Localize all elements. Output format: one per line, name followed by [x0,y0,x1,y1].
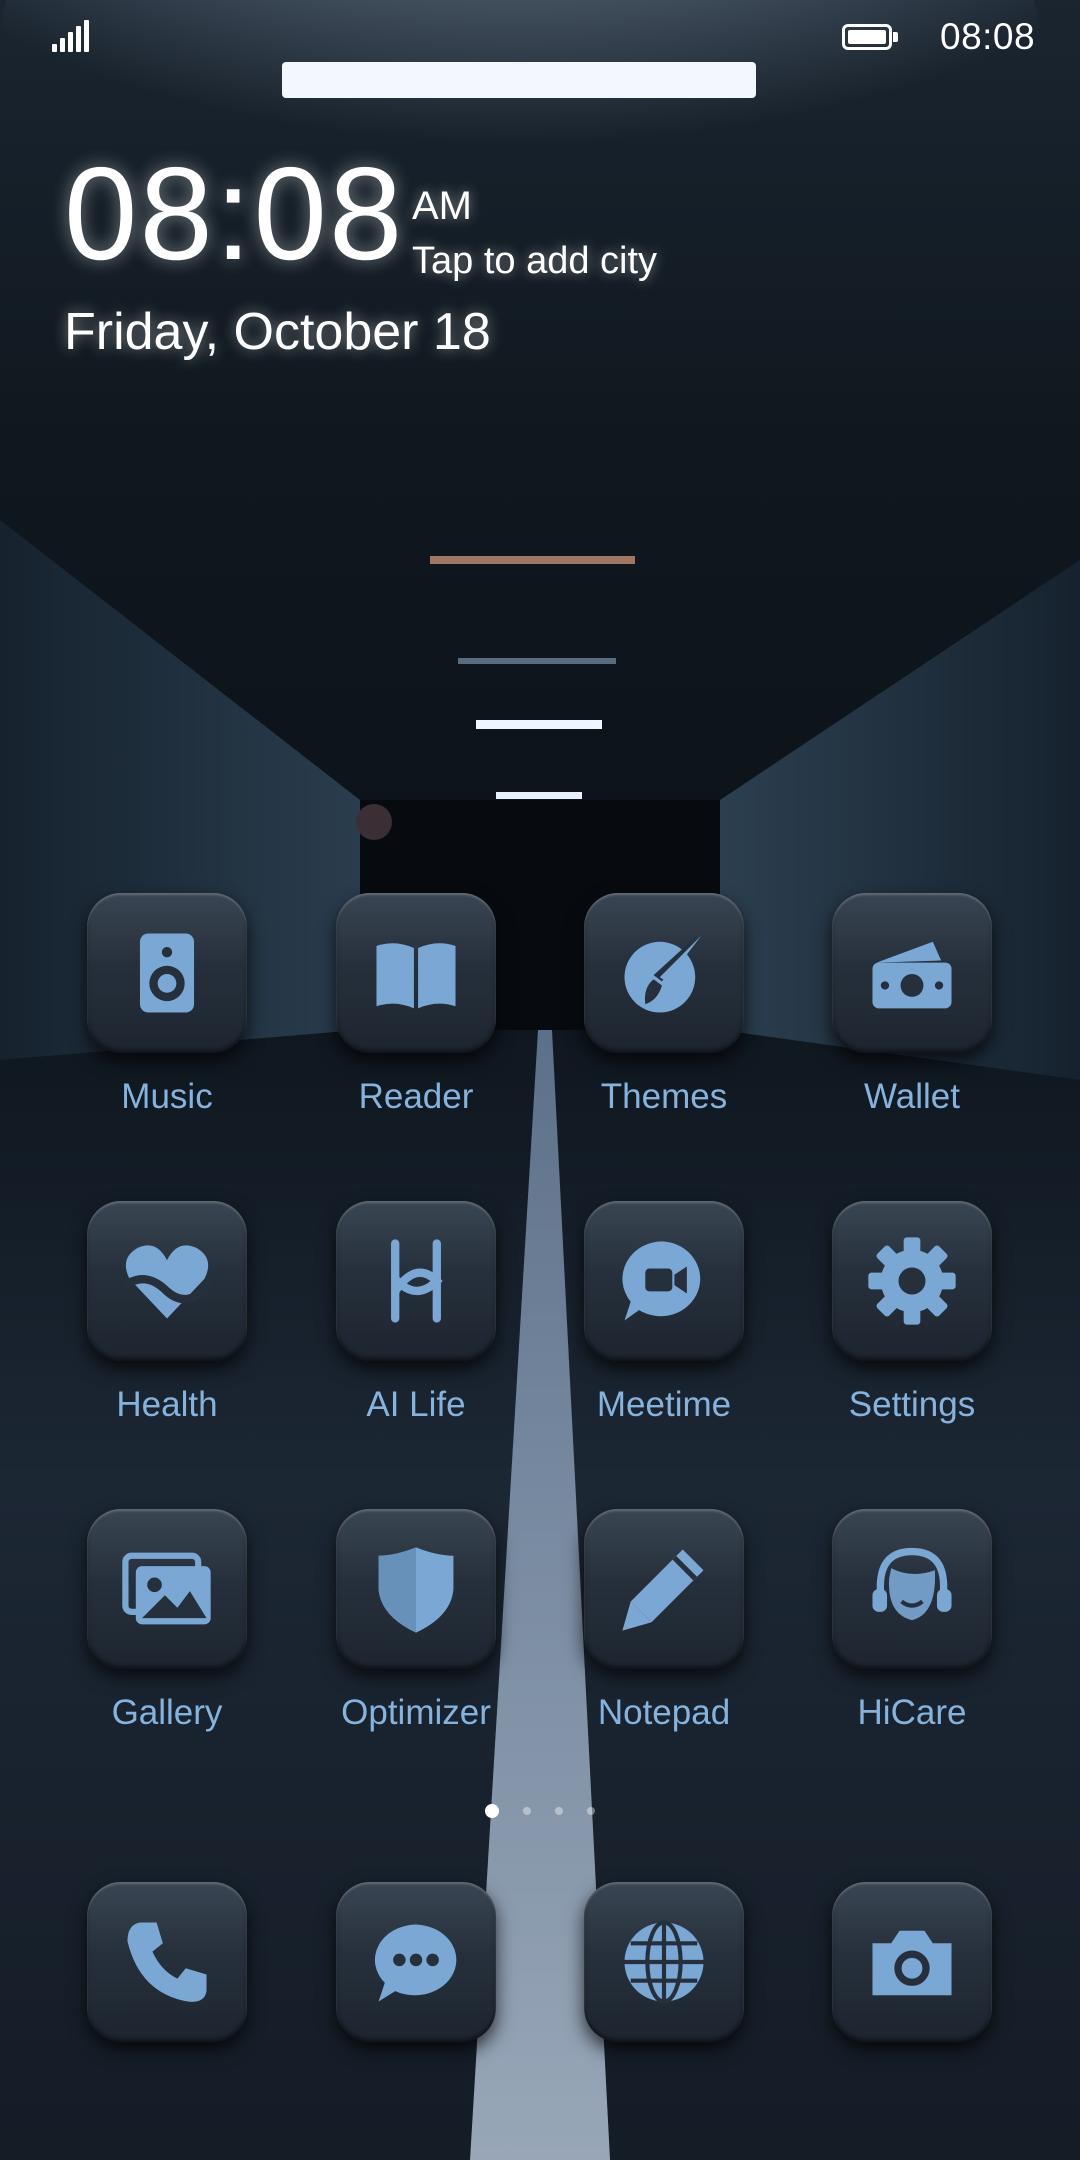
page-dot[interactable] [555,1807,563,1815]
app-gallery[interactable]: Gallery [47,1509,287,1733]
app-label: Wallet [864,1077,960,1116]
signal-icon [52,20,92,52]
app-reader[interactable]: Reader [296,893,536,1117]
page-indicator[interactable] [0,1803,1080,1823]
app-optimizer[interactable]: Optimizer [296,1509,536,1733]
heart-icon[interactable] [87,1201,247,1361]
app-meetime[interactable]: Meetime [544,1201,784,1425]
status-bar: 08:08 [0,0,1080,72]
battery-icon [842,24,898,50]
message-icon[interactable] [336,1882,496,2042]
app-hicare[interactable]: HiCare [792,1509,1032,1733]
clock-date: Friday, October 18 [64,303,491,361]
dock-phone[interactable] [47,1882,287,2042]
music-icon[interactable] [87,893,247,1053]
phone-icon[interactable] [87,1882,247,2042]
app-label: AI Life [366,1385,466,1424]
app-ai-life[interactable]: AI Life [296,1201,536,1425]
book-icon[interactable] [336,893,496,1053]
app-label: Reader [358,1077,474,1116]
app-label: Settings [848,1385,976,1424]
app-label: HiCare [857,1693,967,1732]
app-label: Health [116,1385,218,1424]
page-dot[interactable] [523,1807,531,1815]
clock-ampm: AM [412,184,472,228]
video-chat-icon[interactable] [584,1201,744,1361]
themes-brush-icon[interactable] [584,893,744,1053]
app-label: Notepad [597,1693,731,1732]
clock-time[interactable]: 08:08 [64,148,404,280]
ai-life-icon[interactable] [336,1201,496,1361]
shield-icon[interactable] [336,1509,496,1669]
browser-globe-icon[interactable] [584,1882,744,2042]
dock-camera[interactable] [792,1882,1032,2042]
app-settings[interactable]: Settings [792,1201,1032,1425]
app-wallet[interactable]: Wallet [792,893,1032,1117]
headset-icon[interactable] [832,1509,992,1669]
pencil-icon[interactable] [584,1509,744,1669]
dock-messages[interactable] [296,1882,536,2042]
app-label: Meetime [596,1385,732,1424]
app-label: Music [121,1077,213,1116]
wallet-icon[interactable] [832,893,992,1053]
app-music[interactable]: Music [47,893,287,1117]
add-city-link[interactable]: Tap to add city [412,240,657,283]
app-health[interactable]: Health [47,1201,287,1425]
app-label: Themes [600,1077,728,1116]
gear-icon[interactable] [832,1201,992,1361]
app-label: Gallery [111,1693,223,1732]
page-dot[interactable] [587,1807,595,1815]
camera-icon[interactable] [832,1882,992,2042]
status-time: 08:08 [940,16,1036,57]
app-themes[interactable]: Themes [544,893,784,1117]
app-label: Optimizer [341,1693,491,1732]
gallery-icon[interactable] [87,1509,247,1669]
page-dot-active[interactable] [485,1804,499,1818]
dock-browser[interactable] [544,1882,784,2042]
app-notepad[interactable]: Notepad [544,1509,784,1733]
